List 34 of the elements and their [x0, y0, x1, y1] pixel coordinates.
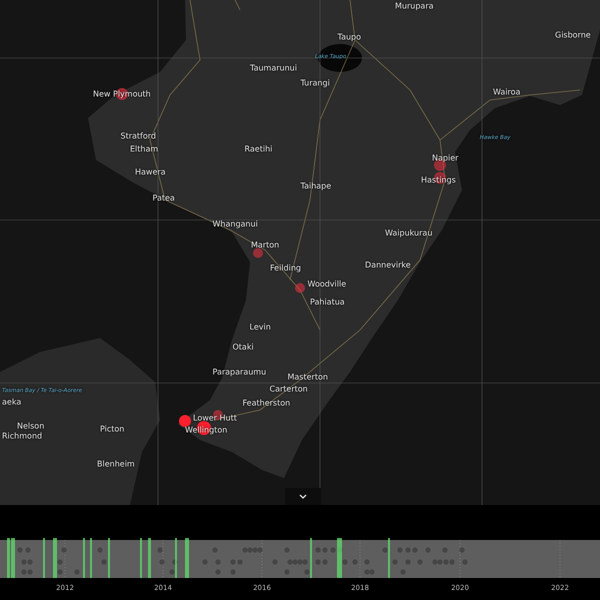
place-label: Taumarunui — [250, 64, 297, 72]
place-label: Raetihi — [244, 144, 272, 154]
place-label: Blenheim — [97, 460, 135, 468]
place-label: Feilding — [270, 264, 301, 272]
place-label: Taupo — [338, 32, 362, 42]
place-label: Turangi — [300, 78, 330, 88]
place-label: Marton — [251, 240, 280, 250]
place-label: aeka — [2, 398, 22, 406]
place-label: Carterton — [270, 384, 308, 394]
place-label: Waipukurau — [385, 228, 432, 238]
place-label: Nelson — [17, 422, 44, 430]
place-label: Napier — [432, 154, 458, 162]
place-label: Dannevirke — [365, 260, 411, 270]
place-label: Taihape — [300, 182, 332, 190]
place-label: Paraparaumu — [212, 368, 266, 376]
place-label: Masterton — [288, 372, 328, 382]
place-label: Stratford — [120, 132, 156, 140]
chevron-down-icon — [299, 494, 307, 499]
place-label: Otaki — [232, 342, 254, 352]
place-label: Picton — [100, 424, 124, 434]
place-label: Wairoa — [493, 88, 520, 96]
place-label: Patea — [152, 194, 175, 202]
place-label: Gisborne — [555, 30, 591, 40]
place-label: Levin — [250, 322, 271, 332]
place-label: Murupara — [395, 2, 434, 10]
place-label: Pahiatua — [310, 298, 345, 306]
place-label: Featherston — [242, 398, 290, 408]
place-label: Whanganui — [212, 220, 258, 228]
place-label: Richmond — [2, 432, 42, 440]
place-label: Lower Hutt — [193, 414, 237, 422]
place-label: Hawera — [135, 168, 166, 176]
place-label: Woodville — [308, 280, 346, 288]
place-label: Eltham — [130, 144, 158, 154]
collapse-button[interactable] — [285, 488, 321, 505]
